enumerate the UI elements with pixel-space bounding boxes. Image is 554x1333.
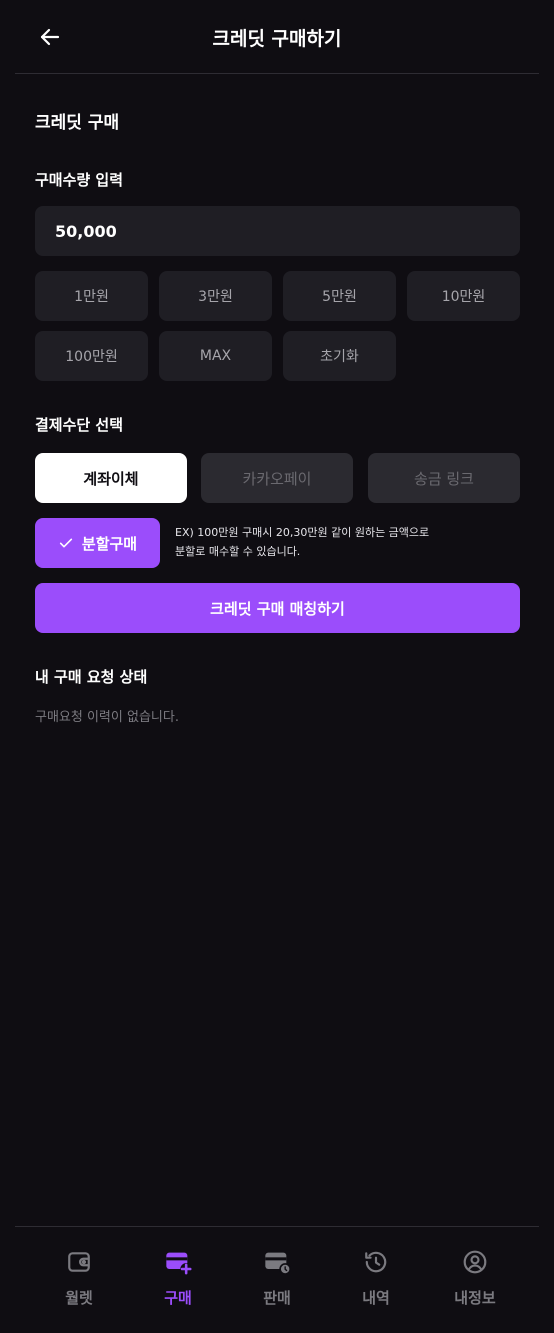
split-note-line2: 분할로 매수할 수 있습니다. xyxy=(175,545,301,558)
section-title-purchase: 크레딧 구매 xyxy=(35,113,120,133)
nav-item-buy[interactable]: 구매 xyxy=(128,1235,228,1315)
chip-100k[interactable]: 10만원 xyxy=(407,271,520,321)
nav-label-history: 내역 xyxy=(362,1289,390,1307)
chip-50k[interactable]: 5만원 xyxy=(283,271,396,321)
check-icon xyxy=(59,538,73,548)
history-icon xyxy=(361,1247,391,1277)
nav-label-buy: 구매 xyxy=(164,1289,192,1307)
amount-input[interactable] xyxy=(35,206,520,256)
card-clock-icon xyxy=(262,1247,292,1277)
chip-max[interactable]: MAX xyxy=(159,331,272,381)
nav-item-wallet[interactable]: 월렛 xyxy=(29,1235,129,1315)
empty-status-text: 구매요청 이력이 없습니다. xyxy=(35,710,179,725)
bottom-nav: 월렛 구매 판매 내역 내정보 xyxy=(15,1226,539,1333)
wallet-icon xyxy=(64,1247,94,1277)
split-purchase-toggle[interactable]: 분할구매 xyxy=(35,518,160,568)
chip-1m[interactable]: 100만원 xyxy=(35,331,148,381)
chip-30k[interactable]: 3만원 xyxy=(159,271,272,321)
quantity-label: 구매수량 입력 xyxy=(35,171,124,189)
split-note-line1: EX) 100만원 구매시 20,30만원 같이 원하는 금액으로 xyxy=(175,526,430,539)
nav-label-sell: 판매 xyxy=(263,1289,291,1307)
chip-10k[interactable]: 1만원 xyxy=(35,271,148,321)
split-purchase-label: 분할구매 xyxy=(81,534,138,553)
nav-item-sell[interactable]: 판매 xyxy=(227,1235,327,1315)
nav-label-profile: 내정보 xyxy=(454,1289,496,1307)
payment-transfer-link-button[interactable]: 송금 링크 xyxy=(368,453,520,503)
chip-reset[interactable]: 초기화 xyxy=(283,331,396,381)
nav-item-profile[interactable]: 내정보 xyxy=(425,1235,525,1315)
payment-bank-transfer-button[interactable]: 계좌이체 xyxy=(35,453,187,503)
nav-label-wallet: 월렛 xyxy=(65,1289,93,1307)
split-purchase-note: EX) 100만원 구매시 20,30만원 같이 원하는 금액으로 분할로 매수… xyxy=(175,523,475,561)
card-plus-icon xyxy=(163,1247,193,1277)
payment-label: 결제수단 선택 xyxy=(35,416,124,434)
match-purchase-button[interactable]: 크레딧 구매 매칭하기 xyxy=(35,583,520,633)
user-icon xyxy=(460,1247,490,1277)
nav-item-history[interactable]: 내역 xyxy=(326,1235,426,1315)
app-header: 크레딧 구매하기 xyxy=(15,0,539,74)
purchase-status-title: 내 구매 요청 상태 xyxy=(35,668,148,686)
page-title: 크레딧 구매하기 xyxy=(212,28,342,50)
payment-kakaopay-button[interactable]: 카카오페이 xyxy=(201,453,353,503)
